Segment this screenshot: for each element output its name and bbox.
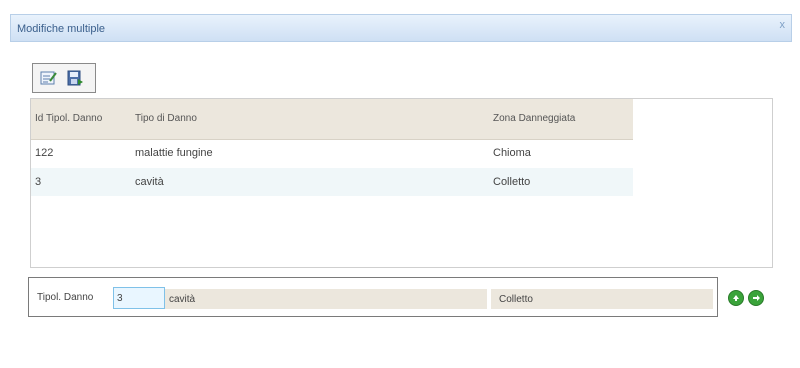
- edit-panel: Tipol. Danno: [28, 277, 718, 317]
- column-header-id[interactable]: Id Tipol. Danno: [35, 113, 102, 124]
- arrow-right-icon: [753, 295, 760, 301]
- close-icon[interactable]: x: [780, 19, 786, 31]
- column-header-tipo[interactable]: Tipo di Danno: [135, 113, 197, 124]
- window-titlebar: Modifiche multiple x: [10, 14, 792, 42]
- table-row[interactable]: 122 malattie fungine Chioma: [31, 139, 633, 167]
- edit-list-icon: [40, 71, 57, 85]
- edit-list-button[interactable]: [39, 68, 59, 88]
- id-input[interactable]: [113, 287, 165, 309]
- grid-header: Id Tipol. Danno Tipo di Danno Zona Danne…: [31, 99, 633, 140]
- cell-tipo: malattie fungine: [135, 147, 213, 159]
- tipo-input[interactable]: [165, 289, 487, 309]
- window-title: Modifiche multiple: [17, 23, 106, 35]
- table-row[interactable]: 3 cavità Colletto: [31, 168, 633, 196]
- confirm-button[interactable]: [728, 290, 744, 306]
- tipol-danno-label: Tipol. Danno: [37, 292, 94, 303]
- cell-zona: Chioma: [493, 147, 531, 159]
- cell-tipo: cavità: [135, 176, 164, 188]
- cell-id: 122: [35, 147, 54, 159]
- zona-input[interactable]: [491, 289, 713, 309]
- data-grid: Id Tipol. Danno Tipo di Danno Zona Danne…: [30, 98, 773, 268]
- arrow-up-icon: [733, 295, 739, 301]
- cell-zona: Colletto: [493, 176, 531, 188]
- cell-id: 3: [35, 176, 42, 188]
- apply-button[interactable]: [748, 290, 764, 306]
- save-button[interactable]: [65, 68, 85, 88]
- column-header-zona[interactable]: Zona Danneggiata: [493, 113, 575, 124]
- toolbar: [32, 63, 96, 93]
- save-icon: [67, 70, 83, 86]
